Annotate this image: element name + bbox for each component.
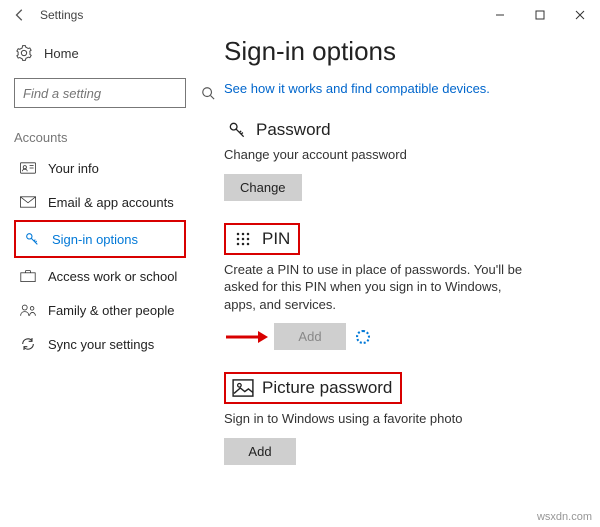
people-icon <box>18 303 38 317</box>
maximize-button[interactable] <box>520 0 560 30</box>
home-label: Home <box>44 46 79 61</box>
heading-text: Password <box>256 120 331 140</box>
key-icon <box>22 231 42 247</box>
back-button[interactable] <box>6 0 34 30</box>
sidebar-item-label: Access work or school <box>48 269 177 284</box>
minimize-icon <box>495 10 505 20</box>
key-icon <box>224 120 250 140</box>
section-desc-picture: Sign in to Windows using a favorite phot… <box>224 410 524 428</box>
arrow-left-icon <box>13 8 27 22</box>
maximize-icon <box>535 10 545 20</box>
watermark: wsxdn.com <box>537 511 592 523</box>
page-title: Sign-in options <box>224 36 576 67</box>
id-card-icon <box>18 162 38 174</box>
add-pin-button[interactable]: Add <box>274 323 346 350</box>
heading-text: Picture password <box>262 378 392 398</box>
sidebar-item-your-info[interactable]: Your info <box>14 151 186 185</box>
search-box[interactable] <box>14 78 186 108</box>
picture-icon <box>230 379 256 397</box>
close-icon <box>575 10 585 20</box>
heading-text: PIN <box>262 229 290 249</box>
section-heading-picture: Picture password <box>224 372 402 404</box>
sidebar-item-label: Sync your settings <box>48 337 154 352</box>
main-panel: Sign-in options See how it works and fin… <box>200 30 600 527</box>
sidebar-item-label: Family & other people <box>48 303 174 318</box>
section-password: Password Change your account password Ch… <box>224 120 576 201</box>
gear-icon <box>14 45 34 61</box>
sidebar-item-label: Your info <box>48 161 99 176</box>
sidebar: Home Accounts Your info Email & app acco… <box>0 30 200 527</box>
sidebar-item-email[interactable]: Email & app accounts <box>14 185 186 219</box>
add-picture-password-button[interactable]: Add <box>224 438 296 465</box>
sidebar-item-signin-options[interactable]: Sign-in options <box>18 222 182 256</box>
sync-icon <box>18 336 38 352</box>
mail-icon <box>18 196 38 208</box>
section-desc-pin: Create a PIN to use in place of password… <box>224 261 524 314</box>
section-heading-password: Password <box>224 120 576 140</box>
search-input[interactable] <box>23 86 201 101</box>
section-desc-password: Change your account password <box>224 146 524 164</box>
sidebar-item-work-school[interactable]: Access work or school <box>14 259 186 293</box>
highlight-box-signin: Sign-in options <box>14 220 186 258</box>
close-button[interactable] <box>560 0 600 30</box>
section-pin: PIN Create a PIN to use in place of pass… <box>224 223 576 351</box>
sidebar-item-label: Email & app accounts <box>48 195 174 210</box>
titlebar: Settings <box>0 0 600 30</box>
change-password-button[interactable]: Change <box>224 174 302 201</box>
arrow-annotation-icon <box>224 327 268 347</box>
section-picture-password: Picture password Sign in to Windows usin… <box>224 372 576 465</box>
window-title: Settings <box>40 8 83 22</box>
sidebar-item-label: Sign-in options <box>52 232 138 247</box>
sidebar-group-label: Accounts <box>14 130 186 145</box>
loading-spinner-icon <box>356 330 370 344</box>
sidebar-item-sync[interactable]: Sync your settings <box>14 327 186 361</box>
section-heading-pin: PIN <box>224 223 300 255</box>
keypad-icon <box>230 229 256 249</box>
briefcase-icon <box>18 269 38 283</box>
minimize-button[interactable] <box>480 0 520 30</box>
home-link[interactable]: Home <box>14 36 186 70</box>
compat-link[interactable]: See how it works and find compatible dev… <box>224 81 576 96</box>
sidebar-item-family[interactable]: Family & other people <box>14 293 186 327</box>
